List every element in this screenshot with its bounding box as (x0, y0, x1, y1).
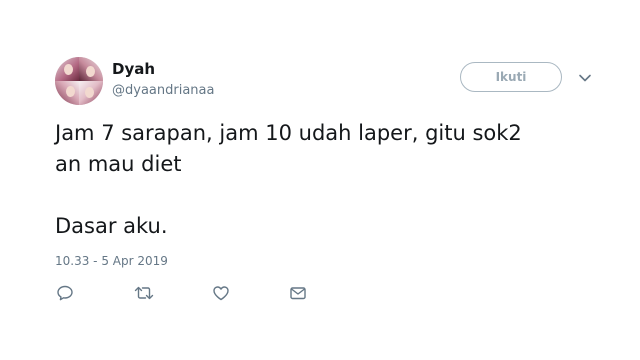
tweet-text-blank-line (55, 180, 595, 211)
retweet-icon[interactable] (134, 284, 154, 304)
avatar-face (66, 86, 75, 97)
avatar[interactable] (55, 57, 103, 105)
chevron-down-icon[interactable] (577, 70, 593, 86)
envelope-icon[interactable] (289, 284, 309, 304)
reply-icon[interactable] (56, 284, 76, 304)
tweet-text: Jam 7 sarapan, jam 10 udah laper, gitu s… (55, 118, 595, 242)
author-name[interactable]: Dyah (112, 60, 155, 78)
avatar-face (64, 64, 73, 75)
follow-button[interactable]: Ikuti (460, 62, 562, 92)
tweet-text-line: an mau diet (55, 152, 182, 176)
tweet-timestamp[interactable]: 10.33 - 5 Apr 2019 (55, 254, 168, 268)
avatar-face (85, 87, 94, 98)
tweet-text-line: Jam 7 sarapan, jam 10 udah laper, gitu s… (55, 121, 522, 145)
tweet-card: Dyah @dyaandrianaa Ikuti Jam 7 sarapan, … (0, 0, 640, 360)
tweet-text-line: Dasar aku. (55, 214, 168, 238)
author-handle[interactable]: @dyaandrianaa (112, 83, 214, 98)
avatar-face (86, 66, 95, 77)
heart-icon[interactable] (212, 284, 232, 304)
tweet-action-bar (0, 284, 640, 304)
